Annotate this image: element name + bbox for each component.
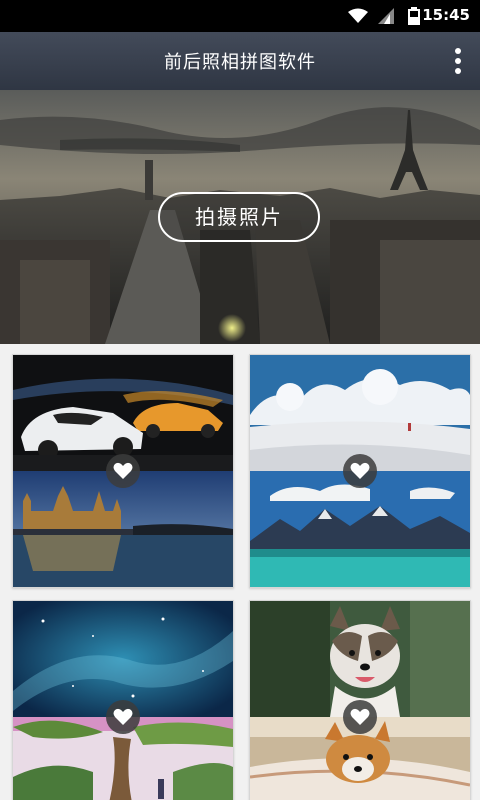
battery-icon [408, 7, 420, 25]
favorite-button[interactable] [106, 700, 140, 734]
collage-card[interactable] [249, 600, 471, 800]
app-bar: 前后照相拼图软件 [0, 32, 480, 90]
app-screen: 15:45 前后照相拼图软件 拍摄照片 [0, 0, 480, 800]
take-photo-button[interactable]: 拍摄照片 [158, 192, 320, 242]
heart-icon [350, 708, 370, 725]
favorite-button[interactable] [343, 454, 377, 488]
collage-card[interactable] [12, 354, 234, 588]
collage-card[interactable] [12, 600, 234, 800]
favorite-button[interactable] [106, 454, 140, 488]
status-time: 15:45 [422, 6, 470, 24]
heart-icon [113, 462, 133, 479]
overflow-menu-dot [455, 58, 461, 64]
collage-grid [0, 344, 480, 800]
signal-icon [378, 8, 394, 24]
mountains-lake-photo [250, 471, 470, 587]
favorite-button[interactable] [343, 700, 377, 734]
status-bar: 15:45 [0, 0, 480, 32]
hero-banner: 拍摄照片 [0, 90, 480, 344]
wifi-icon [348, 8, 368, 23]
heart-icon [113, 708, 133, 725]
heart-icon [350, 462, 370, 479]
overflow-menu-dot [455, 68, 461, 74]
cathedral-river-photo [13, 471, 233, 587]
collage-card[interactable] [249, 354, 471, 588]
app-title: 前后照相拼图软件 [164, 52, 316, 73]
overflow-menu-icon [455, 48, 461, 54]
overflow-menu-button[interactable] [450, 46, 466, 78]
